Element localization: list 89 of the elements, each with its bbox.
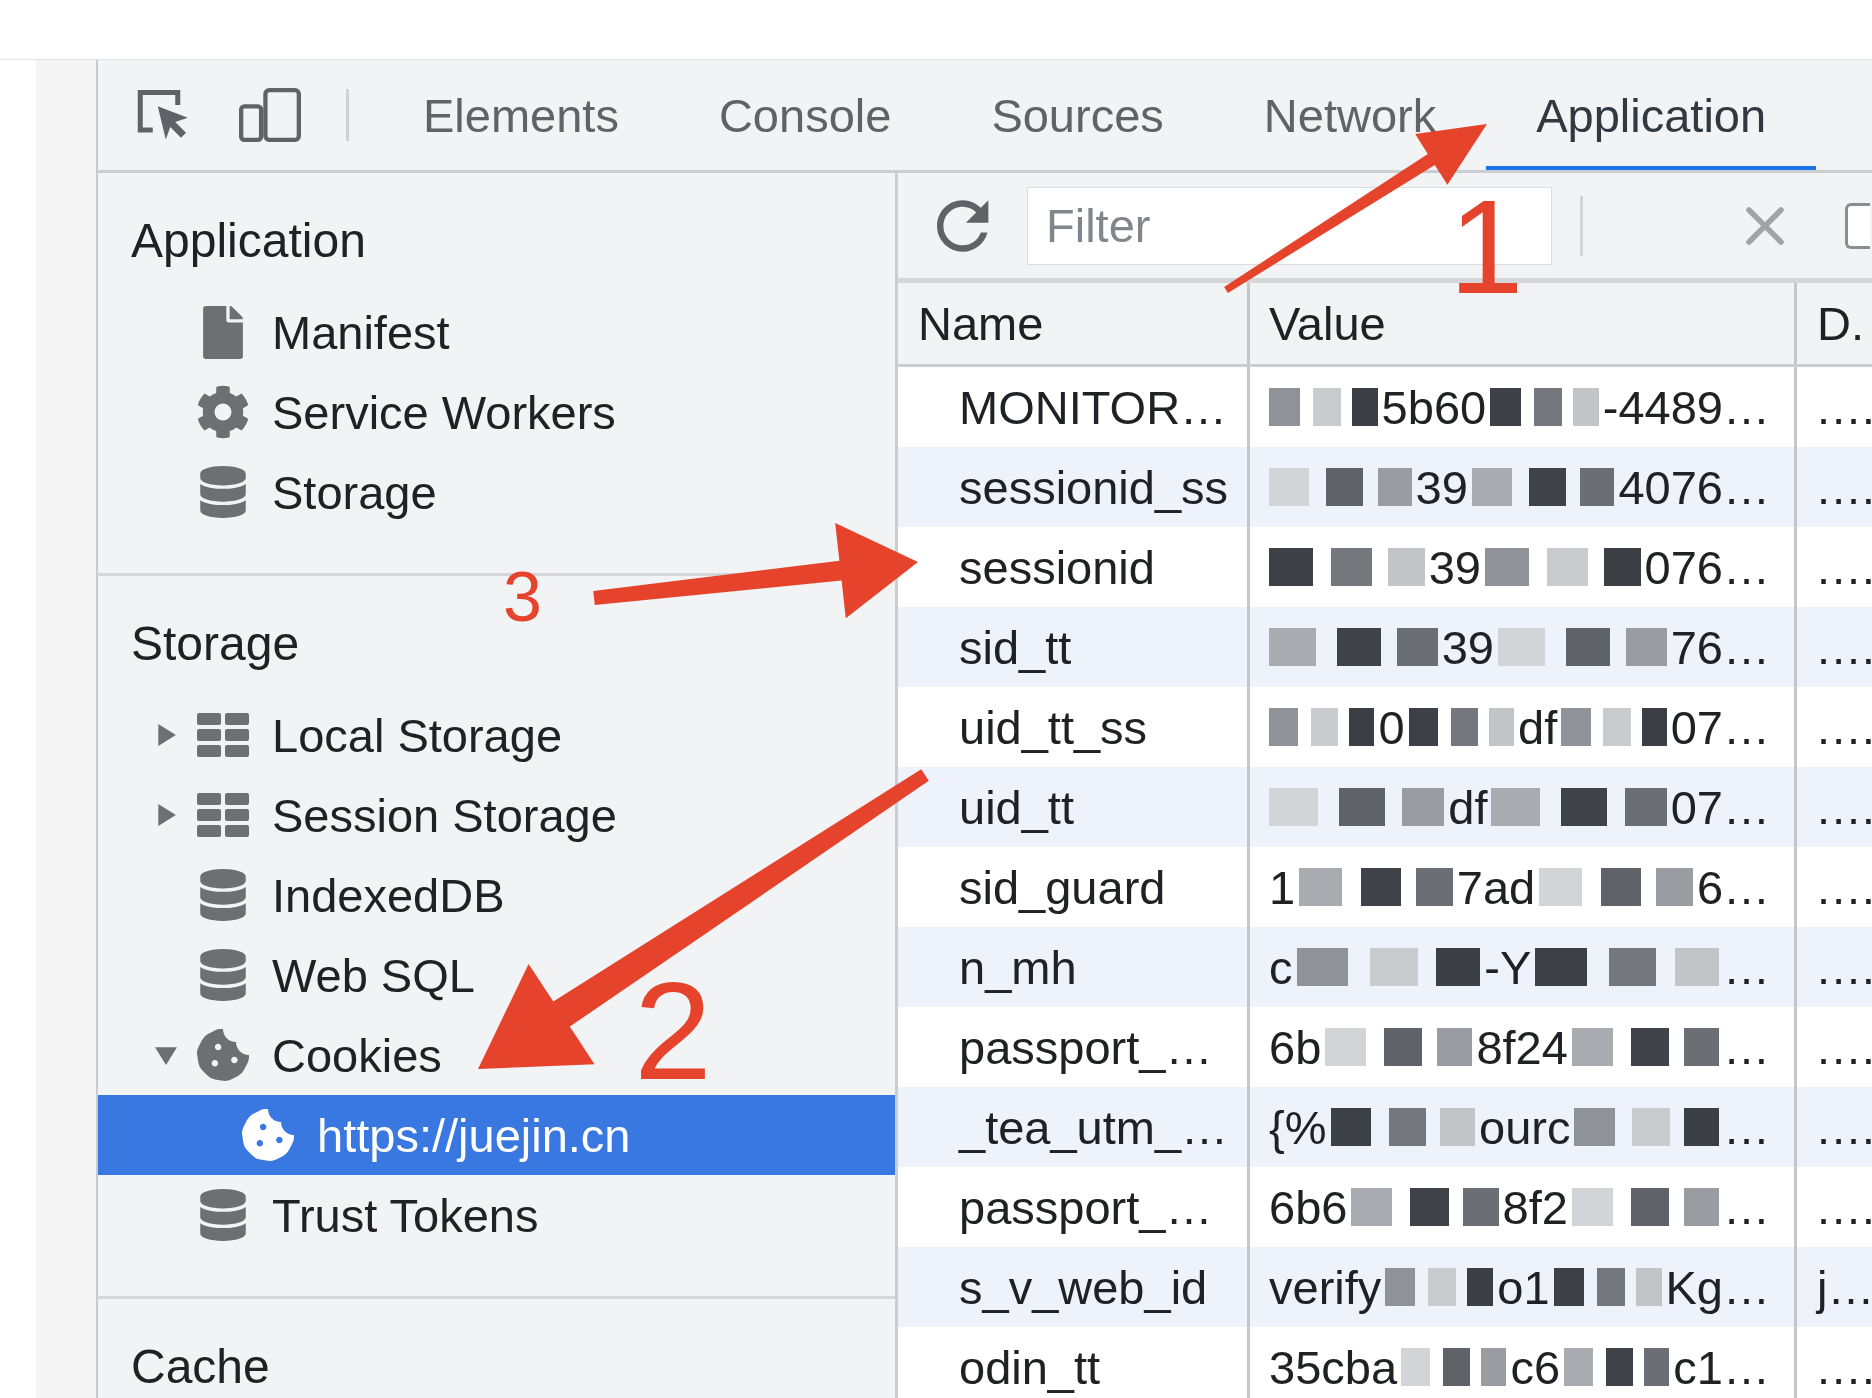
cookie-value-text: c1…	[1673, 1339, 1770, 1395]
cookie-value-text: …	[1723, 1179, 1770, 1235]
cookie-value-text: -Y	[1484, 939, 1532, 995]
tab[interactable]: Sources	[941, 60, 1214, 170]
table-cell-text: .…	[1816, 619, 1872, 676]
cookie-value-text: 07…	[1670, 699, 1770, 755]
table-cell-text: .…	[1816, 939, 1872, 996]
phone-tablet-icon[interactable]	[239, 88, 301, 142]
table-cell-text: .…	[1816, 459, 1872, 516]
tab[interactable]: Elements	[373, 60, 669, 170]
cookie-value-text: 8f24	[1476, 1019, 1568, 1075]
cookie-value-text: 6b6	[1269, 1179, 1348, 1235]
table-cell-text: .…	[1816, 699, 1872, 756]
table-row[interactable]: s_v_web_id verify o1 Kg… j…	[898, 1247, 1872, 1327]
column-header[interactable]: D.	[1797, 283, 1872, 364]
cookie-value-text: c	[1269, 939, 1293, 995]
checkbox[interactable]	[1845, 202, 1870, 249]
sidebar-item[interactable]: https://juejin.cn	[98, 1095, 895, 1175]
cookie-value-text: Kg…	[1665, 1259, 1770, 1315]
sidebar-item[interactable]: Trust Tokens	[98, 1175, 553, 1255]
table-cell-text: .…	[1816, 1339, 1872, 1396]
table-row[interactable]: sid_tt 39 76… .…	[898, 607, 1872, 687]
section-heading: Application	[130, 212, 367, 269]
annotation-number: 3	[503, 562, 542, 632]
table-cell-text: .…	[1816, 539, 1872, 596]
sidebar-item[interactable]: Manifest	[98, 292, 464, 372]
database-icon	[200, 466, 246, 518]
cookie-value-text: 5b60	[1381, 379, 1487, 435]
table-cell-text: .…	[1816, 1019, 1872, 1076]
cookie-value-text: 6…	[1696, 859, 1770, 915]
cookie-value-text: 76…	[1670, 619, 1770, 675]
grid-icon	[197, 793, 249, 837]
table-cell-text: j…	[1815, 1259, 1872, 1316]
table-cell: odin_tt	[898, 1327, 1250, 1398]
caret-icon[interactable]	[155, 724, 177, 746]
sidebar-item[interactable]: Session Storage	[98, 775, 631, 855]
table-cell-text: .…	[1816, 779, 1872, 836]
cookie-value-text: {%	[1269, 1099, 1327, 1155]
database-icon	[200, 1189, 246, 1241]
grid-icon	[197, 713, 249, 757]
cookie-value-text: 39	[1441, 619, 1494, 675]
table-cell-text: .…	[1816, 1179, 1872, 1236]
cookie-icon	[242, 1109, 294, 1161]
sidebar-item[interactable]: Local Storage	[98, 695, 577, 775]
section-heading: Cache	[130, 1338, 271, 1395]
cookie-value-text: 07…	[1670, 779, 1770, 835]
cookie-value-text: 0	[1378, 699, 1405, 755]
sidebar-item[interactable]: Web SQL	[98, 935, 489, 1015]
table-row[interactable]: uid_tt df 07… .…	[898, 767, 1872, 847]
database-icon	[200, 869, 246, 921]
cookie-value-text: df	[1518, 699, 1558, 755]
cookie-value-text: 8f2	[1502, 1179, 1568, 1235]
cookie-value-text: …	[1723, 939, 1770, 995]
cookie-value-text: 39	[1415, 459, 1468, 515]
sidebar-item[interactable]: IndexedDB	[98, 855, 519, 935]
section-heading: Storage	[130, 615, 301, 672]
cookie-value-text: 6b	[1269, 1019, 1322, 1075]
table-cell-text: .…	[1816, 859, 1872, 916]
gear-icon	[196, 385, 250, 439]
sidebar-item[interactable]: Service Workers	[98, 372, 630, 452]
sidebar-item[interactable]: Cookies	[98, 1015, 456, 1095]
table-row[interactable]: n_mh c -Y … .…	[898, 927, 1872, 1007]
caret-icon[interactable]	[155, 1044, 177, 1066]
cookie-value-text: o1	[1497, 1259, 1550, 1315]
table-cell-text: .…	[1816, 379, 1872, 436]
cookie-value-text: 39	[1428, 539, 1481, 595]
table-row[interactable]: sessionid_ss 39 4076… .…	[898, 447, 1872, 527]
cookie-value-text: …	[1723, 1019, 1770, 1075]
database-icon	[200, 949, 246, 1001]
cookie-value-text: 7ad	[1456, 859, 1536, 915]
sidebar-item[interactable]: Storage	[98, 452, 451, 532]
table-row[interactable]: _tea_utm_… {% ourc … .…	[898, 1087, 1872, 1167]
cookie-value-text: 1	[1269, 859, 1296, 915]
cookie-value-text: ourc	[1479, 1099, 1571, 1155]
cookie-value-text: -4489…	[1602, 379, 1770, 435]
cookie-value-text: c6	[1510, 1339, 1561, 1395]
cookie-value-text: verify	[1269, 1259, 1382, 1315]
refresh-icon[interactable]	[937, 199, 989, 252]
table-cell-text: .…	[1816, 1099, 1872, 1156]
cookie-value-text: 35cba	[1269, 1339, 1398, 1395]
tab[interactable]: Console	[668, 60, 942, 170]
file-icon	[203, 305, 243, 359]
caret-icon[interactable]	[155, 804, 177, 826]
cookie-icon	[197, 1029, 249, 1081]
cookie-value-text: df	[1448, 779, 1488, 835]
cookie-value-text: 076…	[1644, 539, 1770, 595]
cookie-value-text: 4076…	[1618, 459, 1770, 515]
tab[interactable]: Network	[1213, 60, 1487, 170]
cookie-value-text: …	[1723, 1099, 1770, 1155]
